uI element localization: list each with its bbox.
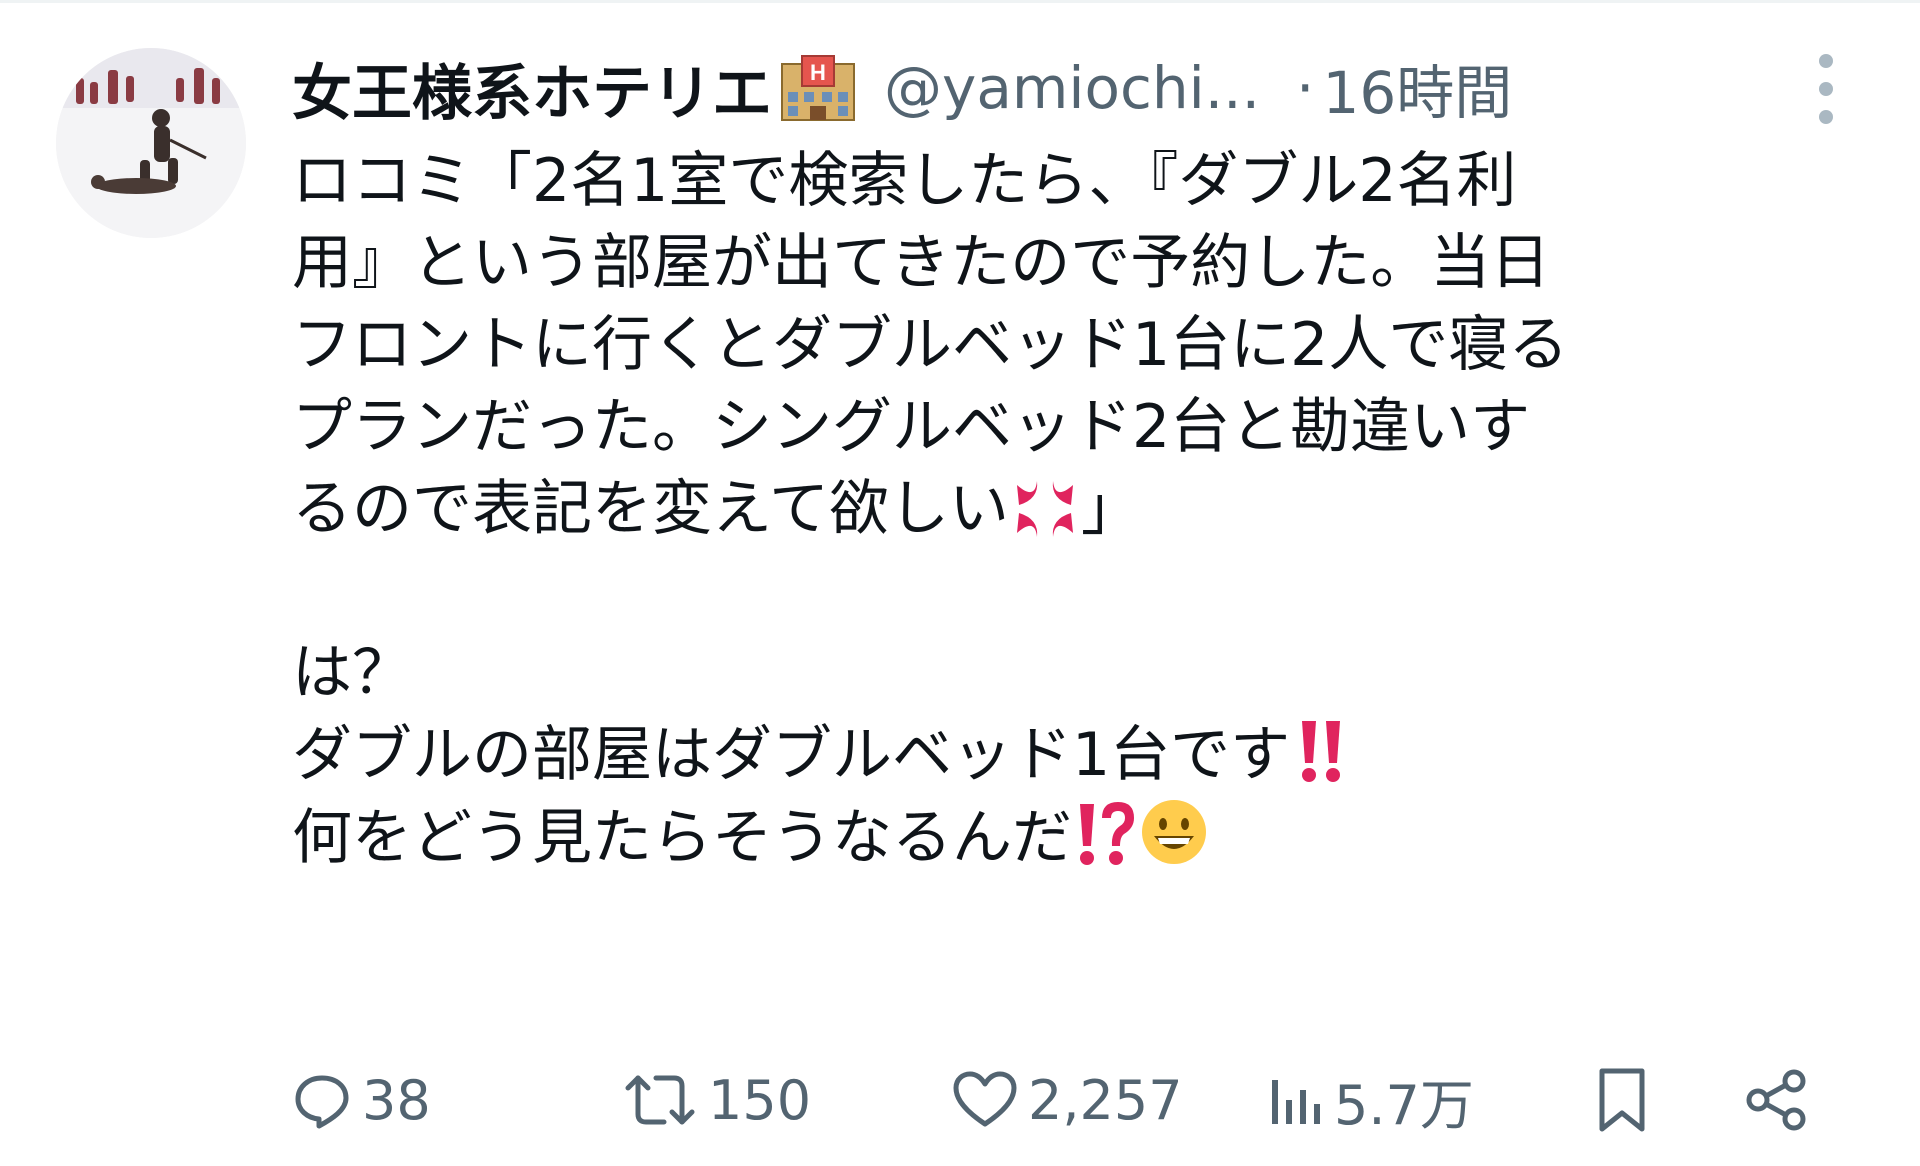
tweet-line: プランだった。シングルベッド2台と勘違いす xyxy=(292,392,1531,462)
retweet-icon xyxy=(625,1075,695,1125)
like-button[interactable]: 2,257 xyxy=(952,1060,1183,1140)
more-options-icon[interactable] xyxy=(1806,54,1846,124)
hotel-icon: H xyxy=(776,54,860,122)
reply-count: 38 xyxy=(362,1068,431,1132)
tweet-line: は？ xyxy=(292,638,412,708)
exclamation-question-icon xyxy=(1072,800,1138,889)
tweet-text: ロコミ「2名1室で検索したら、『ダブル2名利 用』という部屋が出てきたので予約し… xyxy=(292,140,1892,878)
tweet-header: 女王様系ホテリエ H @yamiochi... · 16時間 xyxy=(292,46,1902,130)
tweet-timestamp[interactable]: 16時間 xyxy=(1322,46,1512,130)
avatar-image xyxy=(56,48,246,238)
separator-dot: · xyxy=(1296,54,1315,122)
author-handle[interactable]: @yamiochi... xyxy=(884,54,1260,122)
like-count: 2,257 xyxy=(1028,1068,1183,1132)
views-chart-icon xyxy=(1272,1080,1320,1124)
grinning-face-icon xyxy=(1138,796,1210,889)
tweet-line: フロントに行くとダブルベッド1台に2人で寝る xyxy=(292,310,1569,380)
heart-icon xyxy=(953,1071,1017,1127)
tweet-line-text: るので表記を変えて欲しい xyxy=(292,474,1009,544)
reply-button[interactable]: 38 xyxy=(292,1060,431,1140)
tweet-line-text: ダブルの部屋はダブルベッド1台です xyxy=(292,720,1291,790)
view-count: 5.7万 xyxy=(1334,1073,1474,1137)
bookmark-button[interactable] xyxy=(1592,1060,1652,1140)
retweet-count: 150 xyxy=(708,1068,812,1132)
tweet-line-text: 何をどう見たらそうなるんだ xyxy=(292,803,1072,873)
author-display-name[interactable]: 女王様系ホテリエ xyxy=(292,45,772,132)
bookmark-icon xyxy=(1599,1068,1645,1132)
tweet-line: ダブルの部屋はダブルベッド1台です xyxy=(292,714,1892,796)
top-divider xyxy=(0,0,1920,3)
double-exclamation-icon xyxy=(1290,717,1352,806)
views-button[interactable]: 5.7万 xyxy=(1264,1060,1474,1140)
tweet-line: ロコミ「2名1室で検索したら、『ダブル2名利 xyxy=(292,146,1517,216)
reply-icon xyxy=(295,1075,349,1129)
share-icon xyxy=(1746,1069,1806,1131)
tweet-action-bar: 38 150 2,257 5.7万 xyxy=(292,1060,1852,1140)
tweet-line-end: 」 xyxy=(1081,474,1141,544)
tweet-line: るので表記を変えて欲しい 」 xyxy=(292,468,1892,550)
tweet-line: 何をどう見たらそうなるんだ xyxy=(292,796,1892,878)
retweet-button[interactable]: 150 xyxy=(622,1060,811,1140)
anger-icon xyxy=(1009,477,1081,560)
avatar[interactable] xyxy=(56,48,246,238)
svg-text:H: H xyxy=(810,60,826,85)
tweet-line: 用』という部屋が出てきたので予約した。当日 xyxy=(292,228,1551,298)
share-button[interactable] xyxy=(1744,1060,1810,1140)
